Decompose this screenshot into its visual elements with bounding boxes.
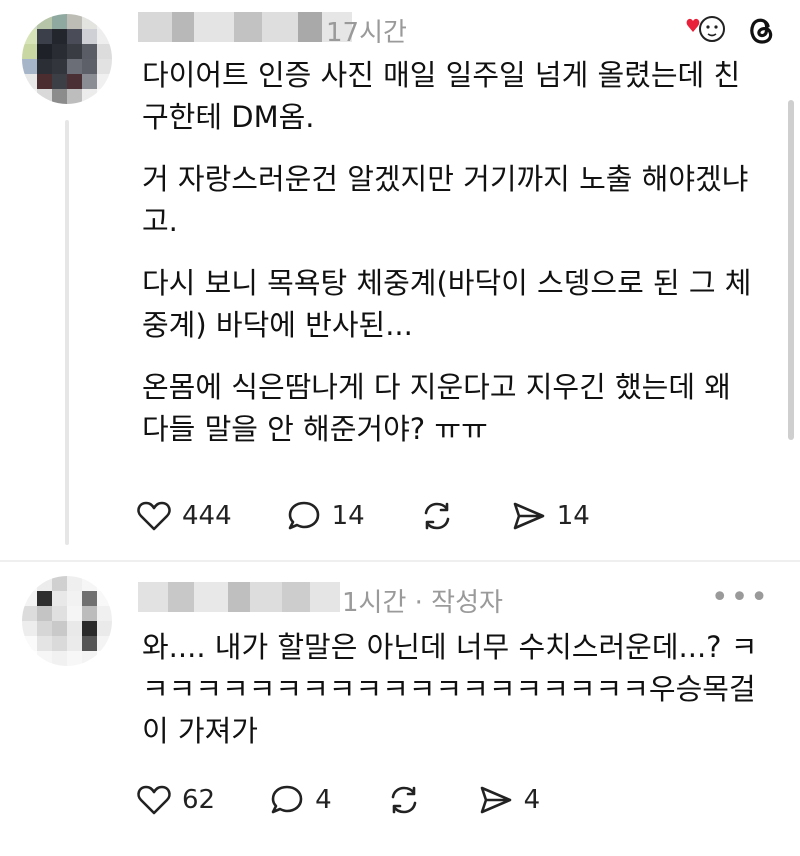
share-count: 4 [523,785,541,815]
repost-icon [424,502,450,530]
repost-button[interactable] [384,780,424,820]
comment-count: 14 [331,501,365,531]
thread-line [65,120,69,545]
post-actions: 62 4 4 [134,780,592,820]
like-button[interactable]: 62 [134,780,215,820]
top-icons [682,12,778,52]
comment-bubble-icon [271,785,303,814]
post-paragraph: 거 자랑스러운건 알겠지만 거기까지 노출 해야겠냐고. [142,162,749,238]
post-paragraph: 와.... 내가 할말은 아닌데 너무 수치스러운데...? ㅋㅋㅋㅋㅋㅋㅋㅋㅋ… [142,630,758,748]
comment-button[interactable]: 14 [284,496,365,536]
heart-icon [137,501,171,531]
heart-face-reaction-icon [682,12,726,52]
threads-logo-icon[interactable] [744,13,778,51]
post-body: 와.... 내가 할말은 아닌데 너무 수치스러운데...? ㅋㅋㅋㅋㅋㅋㅋㅋㅋ… [142,626,762,772]
avatar[interactable] [22,576,112,666]
post-time: 1시간 · 작성자 [342,588,503,618]
repost-button[interactable] [417,496,457,536]
heart-icon [137,785,171,815]
post-actions: 444 14 14 [134,496,642,536]
send-icon [480,786,511,814]
share-count: 14 [556,501,590,531]
username-blurred[interactable] [138,12,352,42]
scrollbar[interactable] [788,100,794,440]
username-blurred[interactable] [138,582,340,612]
post-paragraph: 온몸에 식은땀나게 다 지운다고 지우긴 했는데 왜 다들 말을 안 해준거야?… [142,370,731,446]
send-icon [513,502,545,530]
post-1: 17시간 다이어트 인증 사진 매일 일주일 넘게 올렸는데 친구한테 DM옴.… [0,0,800,560]
comment-count: 4 [315,785,332,815]
post-paragraph: 다시 보니 목욕탕 체중계(바닥이 스뎅으로 된 그 체중계) 바닥에 반사된.… [142,266,752,342]
comment-button[interactable]: 4 [267,780,332,820]
post-2: 1시간 · 작성자 ••• 와.... 내가 할말은 아닌데 너무 수치스러운데… [0,562,800,856]
share-button[interactable]: 4 [476,780,541,820]
post-body: 다이어트 인증 사진 매일 일주일 넘게 올렸는데 친구한테 DM옴. 거 자랑… [142,54,762,470]
like-count: 62 [182,785,216,815]
post-time: 17시간 [326,18,407,48]
avatar[interactable] [22,14,112,104]
comment-bubble-icon [288,501,319,530]
post-paragraph: 다이어트 인증 사진 매일 일주일 넘게 올렸는데 친구한테 DM옴. [142,58,741,134]
repost-icon [391,786,416,814]
like-count: 444 [182,501,232,531]
like-button[interactable]: 444 [134,496,232,536]
more-options-button[interactable]: ••• [711,580,770,615]
share-button[interactable]: 14 [509,496,590,536]
